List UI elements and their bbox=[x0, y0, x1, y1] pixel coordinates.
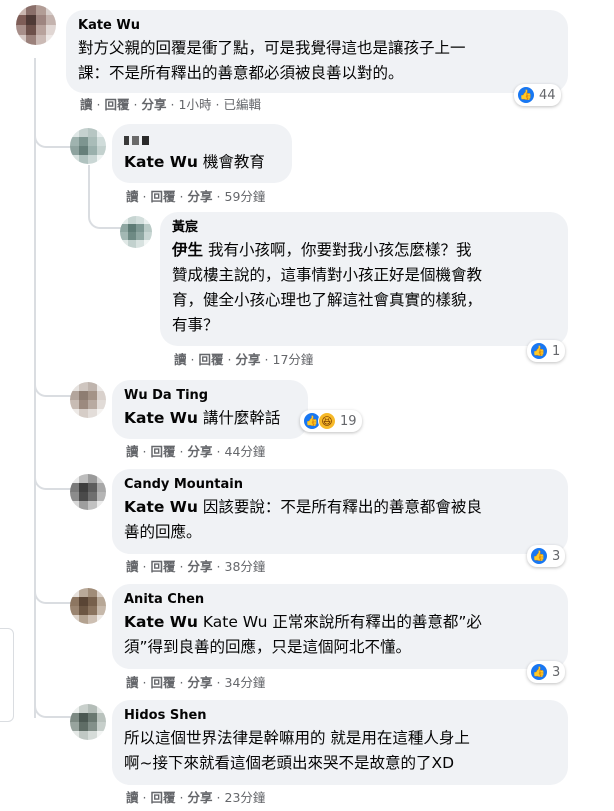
comment-text: 所以這個世界法律是幹嘛用的 就是用在這種人身上 啊~接下來就看這個老頭出來哭不是… bbox=[124, 729, 470, 772]
avatar-image bbox=[120, 216, 152, 248]
avatar-image bbox=[70, 382, 106, 418]
comment-author[interactable]: Anita Chen bbox=[124, 592, 556, 608]
avatar-image bbox=[16, 5, 56, 45]
mention-link[interactable]: Kate Wu bbox=[124, 409, 198, 427]
avatar[interactable] bbox=[70, 704, 106, 740]
comment-text: 伊生 我有小孩啊，你要對我小孩怎麼樣？我 贊成樓主說的，這事情對小孩正好是個機會… bbox=[172, 241, 483, 334]
share-button[interactable]: 分享 bbox=[188, 559, 213, 574]
reply-button[interactable]: 回覆 bbox=[199, 352, 224, 367]
read-button[interactable]: 讀 bbox=[174, 352, 187, 367]
reply-button[interactable]: 回覆 bbox=[151, 444, 176, 459]
comment-bubble: Kate Wu 對方父親的回覆是衝了點，可是我覺得這也是讓孩子上一 課：不是所有… bbox=[66, 10, 568, 93]
side-panel-edge bbox=[0, 628, 14, 722]
read-button[interactable]: 讀 bbox=[80, 97, 93, 112]
reaction-count: 3 bbox=[552, 548, 561, 564]
avatar-image bbox=[70, 474, 106, 510]
read-button[interactable]: 讀 bbox=[126, 444, 139, 459]
read-button[interactable]: 讀 bbox=[126, 189, 139, 204]
timestamp[interactable]: 44分鐘 bbox=[225, 444, 266, 459]
timestamp[interactable]: 59分鐘 bbox=[225, 189, 266, 204]
reaction-summary[interactable]: 👍 44 bbox=[514, 84, 561, 106]
comment-bubble: Hidos Shen 所以這個世界法律是幹嘛用的 就是用在這種人身上 啊~接下來… bbox=[112, 700, 568, 785]
read-button[interactable]: 讀 bbox=[126, 790, 139, 805]
edited-label: 已編輯 bbox=[223, 97, 261, 112]
avatar[interactable] bbox=[70, 588, 106, 624]
thread-connector bbox=[88, 205, 122, 229]
comment-author[interactable]: Kate Wu bbox=[78, 18, 556, 34]
read-button[interactable]: 讀 bbox=[126, 559, 139, 574]
reaction-count: 19 bbox=[340, 413, 357, 429]
avatar[interactable] bbox=[70, 382, 106, 418]
reaction-count: 44 bbox=[539, 87, 556, 103]
share-button[interactable]: 分享 bbox=[188, 790, 213, 805]
reaction-summary[interactable]: 👍 😆 19 bbox=[300, 410, 362, 432]
comment-author[interactable]: Wu Da Ting bbox=[124, 388, 296, 404]
mention-link[interactable]: Kate Wu bbox=[124, 498, 198, 516]
share-button[interactable]: 分享 bbox=[188, 189, 213, 204]
comment-text: Kate Wu 因該要說：不是所有釋出的善意都會被良 善的回應。 bbox=[124, 498, 482, 541]
thumbs-up-icon: 👍 bbox=[530, 342, 548, 360]
redacted-author bbox=[124, 132, 280, 148]
reaction-count: 3 bbox=[552, 664, 561, 680]
thumbs-up-icon: 👍 bbox=[530, 547, 548, 565]
comment-text: Kate Wu 機會教育 bbox=[124, 153, 265, 171]
reply-button[interactable]: 回覆 bbox=[151, 559, 176, 574]
reply-button[interactable]: 回覆 bbox=[105, 97, 130, 112]
comment-author[interactable]: Candy Mountain bbox=[124, 477, 556, 493]
timestamp[interactable]: 34分鐘 bbox=[225, 675, 266, 690]
share-button[interactable]: 分享 bbox=[188, 675, 213, 690]
timestamp[interactable]: 1小時 bbox=[179, 97, 212, 112]
avatar[interactable] bbox=[70, 474, 106, 510]
reaction-summary[interactable]: 👍 3 bbox=[527, 545, 566, 567]
avatar-image bbox=[70, 588, 106, 624]
timestamp[interactable]: 23分鐘 bbox=[225, 790, 266, 805]
share-button[interactable]: 分享 bbox=[188, 444, 213, 459]
comment-actions: 讀 · 回覆 · 分享 · 59分鐘 bbox=[126, 189, 266, 204]
comment-bubble: Kate Wu 機會教育 bbox=[112, 124, 292, 183]
reaction-summary[interactable]: 👍 3 bbox=[527, 661, 566, 683]
reply-button[interactable]: 回覆 bbox=[151, 675, 176, 690]
laughing-face-icon: 😆 bbox=[318, 412, 336, 430]
mention-link[interactable]: Kate Wu bbox=[124, 153, 198, 171]
comment-author[interactable]: 黃宸 bbox=[172, 220, 556, 236]
comment-author[interactable]: Hidos Shen bbox=[124, 708, 556, 724]
avatar-image bbox=[70, 128, 106, 164]
comment-text: 對方父親的回覆是衝了點，可是我覺得這也是讓孩子上一 課：不是所有釋出的善意都必須… bbox=[78, 39, 466, 82]
reaction-count: 1 bbox=[552, 343, 561, 359]
thread-connector bbox=[34, 692, 76, 718]
reply-button[interactable]: 回覆 bbox=[151, 189, 176, 204]
avatar[interactable] bbox=[16, 5, 56, 45]
thumbs-up-icon: 👍 bbox=[517, 86, 535, 104]
share-button[interactable]: 分享 bbox=[236, 352, 261, 367]
read-button[interactable]: 讀 bbox=[126, 675, 139, 690]
comment-text: Kate Wu Kate Wu 正常來說所有釋出的善意都”必 須”得到良善的回應… bbox=[124, 613, 482, 656]
thumbs-up-icon: 👍 bbox=[530, 663, 548, 681]
comment-actions: 讀 · 回覆 · 分享 · 38分鐘 bbox=[126, 559, 266, 574]
comment-bubble: Anita Chen Kate Wu Kate Wu 正常來說所有釋出的善意都”… bbox=[112, 584, 568, 669]
reaction-summary[interactable]: 👍 1 bbox=[527, 340, 566, 362]
thread-connector bbox=[34, 375, 76, 397]
mention-link[interactable]: Kate Wu bbox=[124, 613, 198, 631]
comment-bubble: Wu Da Ting Kate Wu 講什麼幹話 bbox=[112, 380, 308, 439]
comment-actions: 讀 · 回覆 · 分享 · 1小時 · 已編輯 bbox=[80, 97, 261, 112]
share-button[interactable]: 分享 bbox=[142, 97, 167, 112]
comment-bubble: Candy Mountain Kate Wu 因該要說：不是所有釋出的善意都會被… bbox=[112, 469, 568, 554]
timestamp[interactable]: 17分鐘 bbox=[273, 352, 314, 367]
timestamp[interactable]: 38分鐘 bbox=[225, 559, 266, 574]
mention-link[interactable]: 伊生 bbox=[172, 241, 203, 259]
comment-bubble: 黃宸 伊生 我有小孩啊，你要對我小孩怎麼樣？我 贊成樓主說的，這事情對小孩正好是… bbox=[160, 212, 568, 346]
comment-text: Kate Wu 講什麼幹話 bbox=[124, 409, 281, 427]
comment-actions: 讀 · 回覆 · 分享 · 17分鐘 bbox=[174, 352, 314, 367]
avatar[interactable] bbox=[120, 216, 152, 248]
comment-actions: 讀 · 回覆 · 分享 · 23分鐘 bbox=[126, 790, 266, 805]
reply-button[interactable]: 回覆 bbox=[151, 790, 176, 805]
avatar-image bbox=[70, 704, 106, 740]
comment-actions: 讀 · 回覆 · 分享 · 34分鐘 bbox=[126, 675, 266, 690]
avatar[interactable] bbox=[70, 128, 106, 164]
comment-actions: 讀 · 回覆 · 分享 · 44分鐘 bbox=[126, 444, 266, 459]
